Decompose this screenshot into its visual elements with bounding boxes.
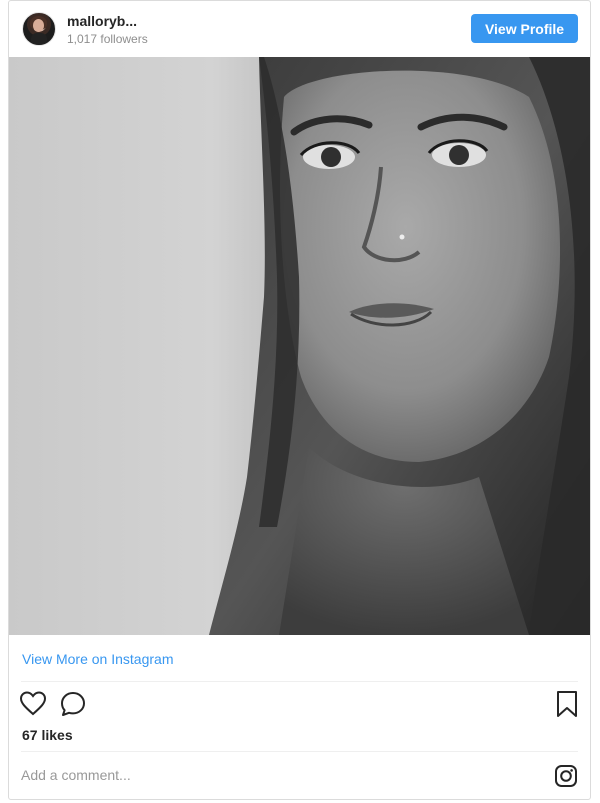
comment-icon[interactable] (59, 690, 87, 718)
view-profile-button[interactable]: View Profile (471, 14, 578, 43)
add-comment-field[interactable] (21, 761, 521, 789)
avatar-shirt (31, 33, 47, 45)
instagram-embed-card: malloryb... 1,017 followers View Profile (8, 0, 591, 800)
instagram-icon[interactable] (554, 764, 578, 788)
bookmark-icon[interactable] (555, 690, 579, 718)
divider (21, 751, 578, 752)
username[interactable]: malloryb... (67, 13, 137, 29)
portrait-image (9, 57, 590, 635)
post-photo[interactable] (9, 57, 590, 635)
post-header: malloryb... 1,017 followers View Profile (9, 1, 590, 57)
avatar-face (33, 19, 44, 32)
like-count: 67 likes (22, 727, 73, 743)
follower-count: 1,017 followers (67, 32, 148, 46)
view-more-link[interactable]: View More on Instagram (22, 651, 173, 667)
avatar[interactable] (22, 12, 56, 46)
heart-icon[interactable] (19, 690, 47, 718)
divider (21, 681, 578, 682)
